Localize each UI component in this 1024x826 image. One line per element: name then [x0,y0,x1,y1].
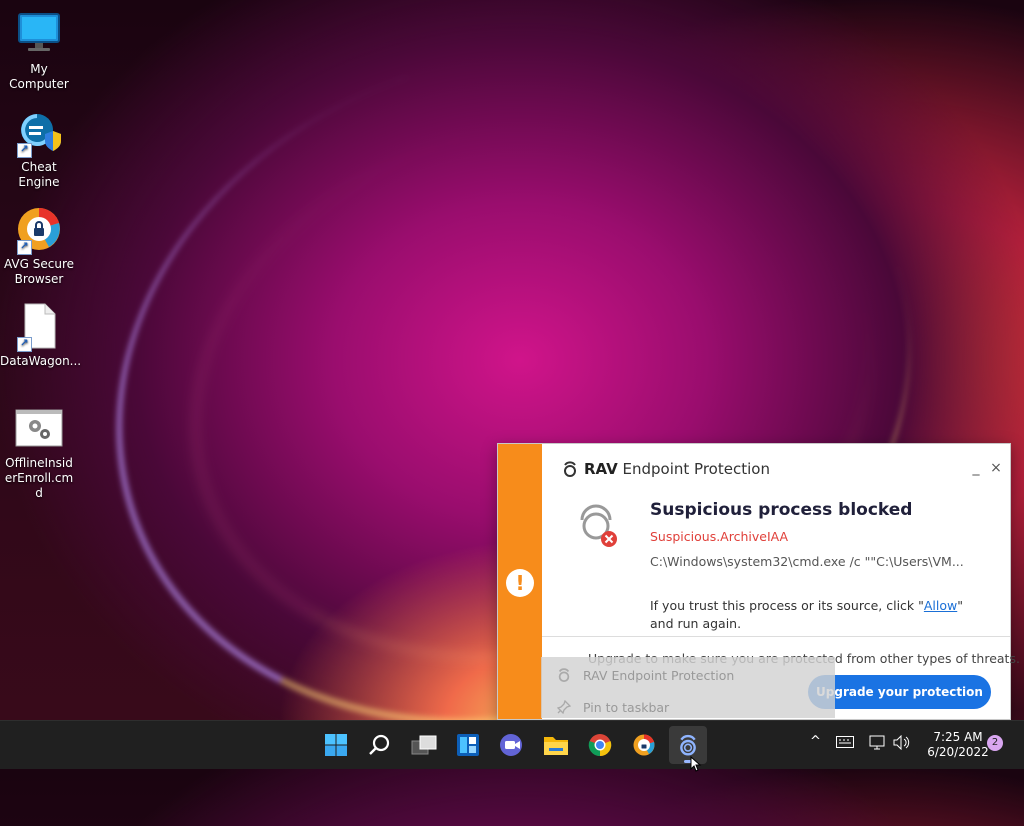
jumplist-item-label: Pin to taskbar [583,699,670,715]
taskbar: ^ 7:25 AM 6/20/2022 [0,720,1024,769]
popup-headline: Suspicious process blocked [650,500,913,520]
rav-icon [558,668,570,682]
desktop-icon-my-computer[interactable]: My Computer [0,10,78,92]
rav-logo-icon [564,461,576,477]
jumplist-item-pin[interactable]: Pin to taskbar [557,696,669,718]
upgrade-protection-button[interactable]: Upgrade your protection [808,675,991,709]
brand-name: RAV [584,460,618,478]
windows-start-icon [325,734,347,756]
pin-icon [557,700,571,714]
start-button[interactable] [317,726,355,764]
allow-link[interactable]: Allow [924,598,957,613]
desktop-icon-label: AVG Secure Browser [3,257,75,286]
avg-browser-icon: ↗ [15,205,63,255]
network-icon[interactable] [869,735,887,753]
blank-file-icon: ↗ [15,302,63,352]
jumplist-item-rav[interactable]: RAV Endpoint Protection [557,664,734,686]
chrome-icon [588,734,612,757]
taskbar-jump-list: RAV Endpoint Protection Pin to taskbar [541,657,835,718]
cheat-engine-icon: ↗ [15,108,63,158]
popup-divider [542,636,1010,637]
trust-message: If you trust this process or its source,… [650,597,990,633]
chrome-button[interactable] [581,726,619,764]
monitor-icon [15,10,63,58]
clock-date: 6/20/2022 [927,745,989,759]
avg-browser-button[interactable] [625,726,663,764]
task-view-button[interactable] [405,726,443,764]
desktop-icon-avg-browser[interactable]: ↗ AVG Secure Browser [0,205,78,287]
chat-button[interactable] [493,726,531,764]
desktop-icon-label: Cheat Engine [18,160,60,189]
notification-count-badge[interactable]: 2 [987,735,1003,751]
desktop-icon-label: OfflineInsiderEnroll.cmd [4,456,74,500]
shortcut-arrow-icon: ↗ [17,240,32,255]
teams-chat-icon [500,734,522,756]
command-path: C:\Windows\system32\cmd.exe /c ""C:\User… [650,554,964,569]
desktop-icon-label: DataWagon... [0,354,82,368]
threat-name: Suspicious.ArchiveIAA [650,529,789,544]
rav-icon [680,734,696,756]
minimize-button[interactable]: _ [968,460,984,476]
brand-product: Endpoint Protection [622,460,770,478]
task-view-icon [411,735,437,755]
jumplist-item-label: RAV Endpoint Protection [583,667,735,683]
desktop-icon-label: My Computer [9,62,69,91]
clock-time: 7:25 AM [933,730,983,744]
folder-icon [544,737,568,755]
mouse-cursor-icon [690,756,702,772]
cmd-script-icon [15,404,63,452]
widgets-icon [457,734,479,756]
widgets-button[interactable] [449,726,487,764]
keyboard-icon[interactable] [836,736,854,751]
desktop-icon-cheat-engine[interactable]: ↗ Cheat Engine [0,108,78,190]
popup-brand: RAV Endpoint Protection [562,460,770,478]
search-icon [369,734,390,755]
close-button[interactable]: × [988,460,1004,476]
warning-icon: ! [506,569,534,597]
shortcut-arrow-icon: ↗ [17,337,32,352]
desktop-icon-datawagon[interactable]: ↗ DataWagon... [0,302,82,369]
show-hidden-icons-button[interactable]: ^ [810,734,821,749]
shortcut-arrow-icon: ↗ [17,143,32,158]
volume-icon[interactable] [893,734,911,753]
file-explorer-button[interactable] [537,726,575,764]
system-clock[interactable]: 7:25 AM 6/20/2022 [918,730,998,760]
avg-browser-icon [633,734,655,756]
blocked-process-icon [576,498,620,548]
search-button[interactable] [361,726,399,764]
trust-prefix: If you trust this process or its source,… [650,598,924,613]
desktop-icon-offline-insider[interactable]: OfflineInsiderEnroll.cmd [0,404,78,501]
